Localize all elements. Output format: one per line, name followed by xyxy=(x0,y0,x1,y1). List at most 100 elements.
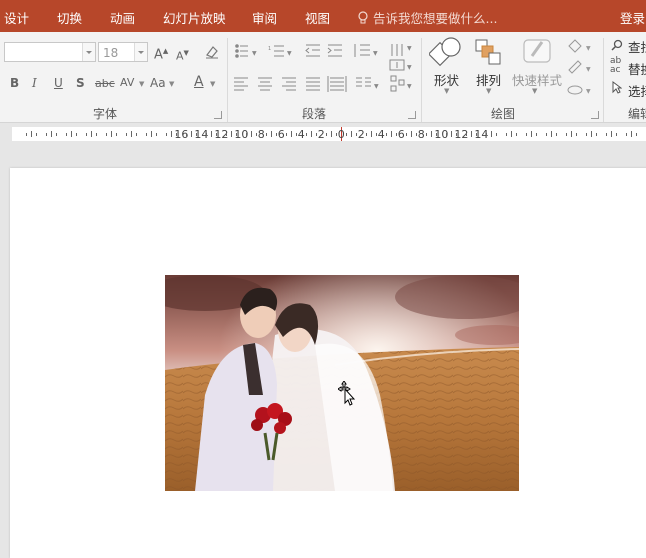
shadow-button[interactable]: S xyxy=(76,76,85,90)
quick-styles-icon[interactable] xyxy=(520,36,554,68)
char-spacing-button[interactable]: AV xyxy=(120,76,134,90)
columns-icon xyxy=(356,77,371,87)
bold-button[interactable]: B xyxy=(10,76,19,90)
tab-review[interactable]: 审阅 xyxy=(252,8,277,27)
login-link[interactable]: 登录 xyxy=(620,8,645,27)
ribbon-home: 18 A▲ A▼ B I U S abc AV ▼ Aa ▼ A ▼ 字体 ▼ … xyxy=(0,32,646,123)
ruler-tick xyxy=(211,131,212,137)
ruler-tick xyxy=(66,133,67,136)
svg-text:▼: ▼ xyxy=(407,83,412,90)
grow-font-button[interactable]: A▲ xyxy=(154,44,168,62)
arrange-icon[interactable] xyxy=(474,38,504,68)
svg-text:▼: ▼ xyxy=(373,50,378,57)
change-case-button[interactable]: Aa xyxy=(150,76,166,90)
ruler-tick xyxy=(191,131,192,137)
chevron-down-icon[interactable]: ▼ xyxy=(210,80,215,88)
svg-text:1: 1 xyxy=(268,46,271,52)
align-center-icon xyxy=(258,77,272,91)
group-divider xyxy=(421,38,422,122)
font-name-combo[interactable] xyxy=(4,42,96,62)
ruler-tick xyxy=(346,133,347,136)
ruler-tick xyxy=(546,133,547,136)
align-text-icon xyxy=(389,59,405,71)
increase-indent-icon xyxy=(327,44,342,57)
find-button[interactable]: 查找 xyxy=(628,37,646,56)
ruler-tick xyxy=(536,133,537,136)
italic-button[interactable]: I xyxy=(32,76,37,90)
ruler-tick xyxy=(106,133,107,136)
ruler-tick xyxy=(566,133,567,136)
ruler-tick xyxy=(216,133,217,136)
clear-formatting-icon[interactable] xyxy=(204,44,220,60)
ruler-tick xyxy=(286,133,287,136)
ruler-tick xyxy=(86,133,87,136)
ruler-tick xyxy=(431,131,432,137)
font-size-combo[interactable]: 18 xyxy=(98,42,148,62)
chevron-down-icon[interactable] xyxy=(82,43,95,61)
ruler-tick xyxy=(251,131,252,137)
font-color-button[interactable]: A xyxy=(194,75,204,89)
ruler-tick xyxy=(126,133,127,136)
chevron-down-icon[interactable]: ▼ xyxy=(169,80,174,88)
chevron-down-icon[interactable]: ▼ xyxy=(139,80,144,88)
select-cursor-icon xyxy=(612,81,622,94)
chevron-down-icon[interactable] xyxy=(134,43,147,61)
tab-animations[interactable]: 动画 xyxy=(110,8,135,27)
ruler-tick xyxy=(306,133,307,136)
ruler-tick xyxy=(491,131,492,137)
ruler-tick xyxy=(316,133,317,136)
svg-text:▼: ▼ xyxy=(287,50,292,57)
tab-design[interactable]: 设计 xyxy=(4,8,29,27)
ruler-tick xyxy=(531,131,532,137)
drawing-dialog-launcher-icon[interactable] xyxy=(591,111,599,119)
ruler-tick xyxy=(111,131,112,137)
ruler-label: 4 xyxy=(377,128,385,141)
chevron-down-icon[interactable]: ▼ xyxy=(532,87,537,95)
shrink-font-button[interactable]: A▼ xyxy=(176,46,189,64)
font-dialog-launcher-icon[interactable] xyxy=(214,111,222,119)
outline-pen-icon: ▼ xyxy=(568,60,591,74)
ruler-tick xyxy=(151,131,152,137)
ruler-tick xyxy=(236,133,237,136)
svg-text:▼: ▼ xyxy=(407,64,412,71)
tab-transitions[interactable]: 切换 xyxy=(57,8,82,27)
ruler-tick xyxy=(26,133,27,136)
ruler-tick xyxy=(506,133,507,136)
tell-me-text: 告诉我您想要做什么... xyxy=(373,11,498,26)
ruler-tick xyxy=(206,133,207,136)
ruler-tick xyxy=(56,133,57,136)
ruler-tick xyxy=(296,133,297,136)
fill-bucket-icon: ▼ xyxy=(568,39,591,53)
ruler-tick xyxy=(136,133,137,136)
ruler-tick xyxy=(36,133,37,136)
tab-view[interactable]: 视图 xyxy=(305,8,330,27)
ruler-tick xyxy=(331,131,332,137)
ruler-tick xyxy=(291,131,292,137)
font-size-value: 18 xyxy=(103,46,119,60)
tab-slideshow[interactable]: 幻灯片放映 xyxy=(163,8,226,27)
chevron-down-icon[interactable]: ▼ xyxy=(444,87,449,95)
ruler-tick xyxy=(596,133,597,136)
select-button[interactable]: 选择 xyxy=(628,81,646,100)
ruler-tick xyxy=(611,131,612,137)
shapes-icon[interactable] xyxy=(429,36,463,68)
underline-button[interactable]: U xyxy=(54,76,63,90)
ruler-tick xyxy=(71,131,72,137)
svg-text:▼: ▼ xyxy=(586,45,591,52)
ruler-tick xyxy=(551,131,552,137)
ruler-tick xyxy=(336,133,337,136)
ruler-tick xyxy=(496,133,497,136)
search-icon xyxy=(611,39,623,51)
strikethrough-button[interactable]: abc xyxy=(95,77,115,91)
ruler-tick xyxy=(51,131,52,137)
ruler-tick xyxy=(366,133,367,136)
distributed-icon xyxy=(327,76,347,92)
ruler-label: 8 xyxy=(417,128,425,141)
replace-button[interactable]: 替换 xyxy=(628,59,646,78)
tell-me-search[interactable]: 告诉我您想要做什么... xyxy=(357,8,497,27)
ruler-tick xyxy=(131,131,132,137)
ruler-tick xyxy=(246,133,247,136)
justify-icon xyxy=(306,77,320,91)
chevron-down-icon[interactable]: ▼ xyxy=(486,87,491,95)
paragraph-dialog-launcher-icon[interactable] xyxy=(408,111,416,119)
